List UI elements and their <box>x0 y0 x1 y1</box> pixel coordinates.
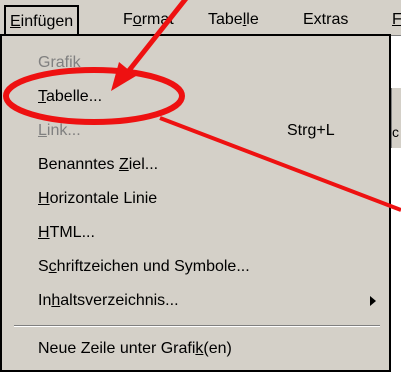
background-window <box>391 36 401 374</box>
menu-item-tabelle[interactable]: Tabelle... <box>38 82 102 112</box>
menu-format[interactable]: Format <box>123 8 174 32</box>
menu-item-benanntes-ziel[interactable]: Benanntes Ziel... <box>38 150 158 180</box>
menu-item-schriftzeichen[interactable]: Schriftzeichen und Symbole... <box>38 252 250 282</box>
menu-extras[interactable]: Extras <box>303 8 348 32</box>
menu-bar: Einfügen Format Tabelle Extras F <box>0 0 401 36</box>
submenu-arrow-icon <box>370 296 376 306</box>
menu-tabelle[interactable]: Tabelle <box>208 8 259 32</box>
einfuegen-dropdown: Grafik Tabelle... Link... Strg+L Benannt… <box>0 34 391 372</box>
menu-item-grafik[interactable]: Grafik <box>38 48 81 78</box>
menu-item-html[interactable]: HTML... <box>38 218 95 248</box>
background-partial-text: c <box>392 124 399 140</box>
link-shortcut: Strg+L <box>287 122 335 139</box>
menu-item-horizontale-linie[interactable]: Horizontale Linie <box>38 184 157 214</box>
menu-einfuegen[interactable]: Einfügen <box>4 5 80 34</box>
menu-separator <box>14 325 380 327</box>
menu-item-neue-zeile[interactable]: Neue Zeile unter Grafik(en) <box>38 334 232 364</box>
menu-item-inhaltsverzeichnis[interactable]: Inhaltsverzeichnis... <box>38 286 179 316</box>
menu-item-link[interactable]: Link... <box>38 116 81 146</box>
menu-partial[interactable]: F <box>392 8 401 32</box>
